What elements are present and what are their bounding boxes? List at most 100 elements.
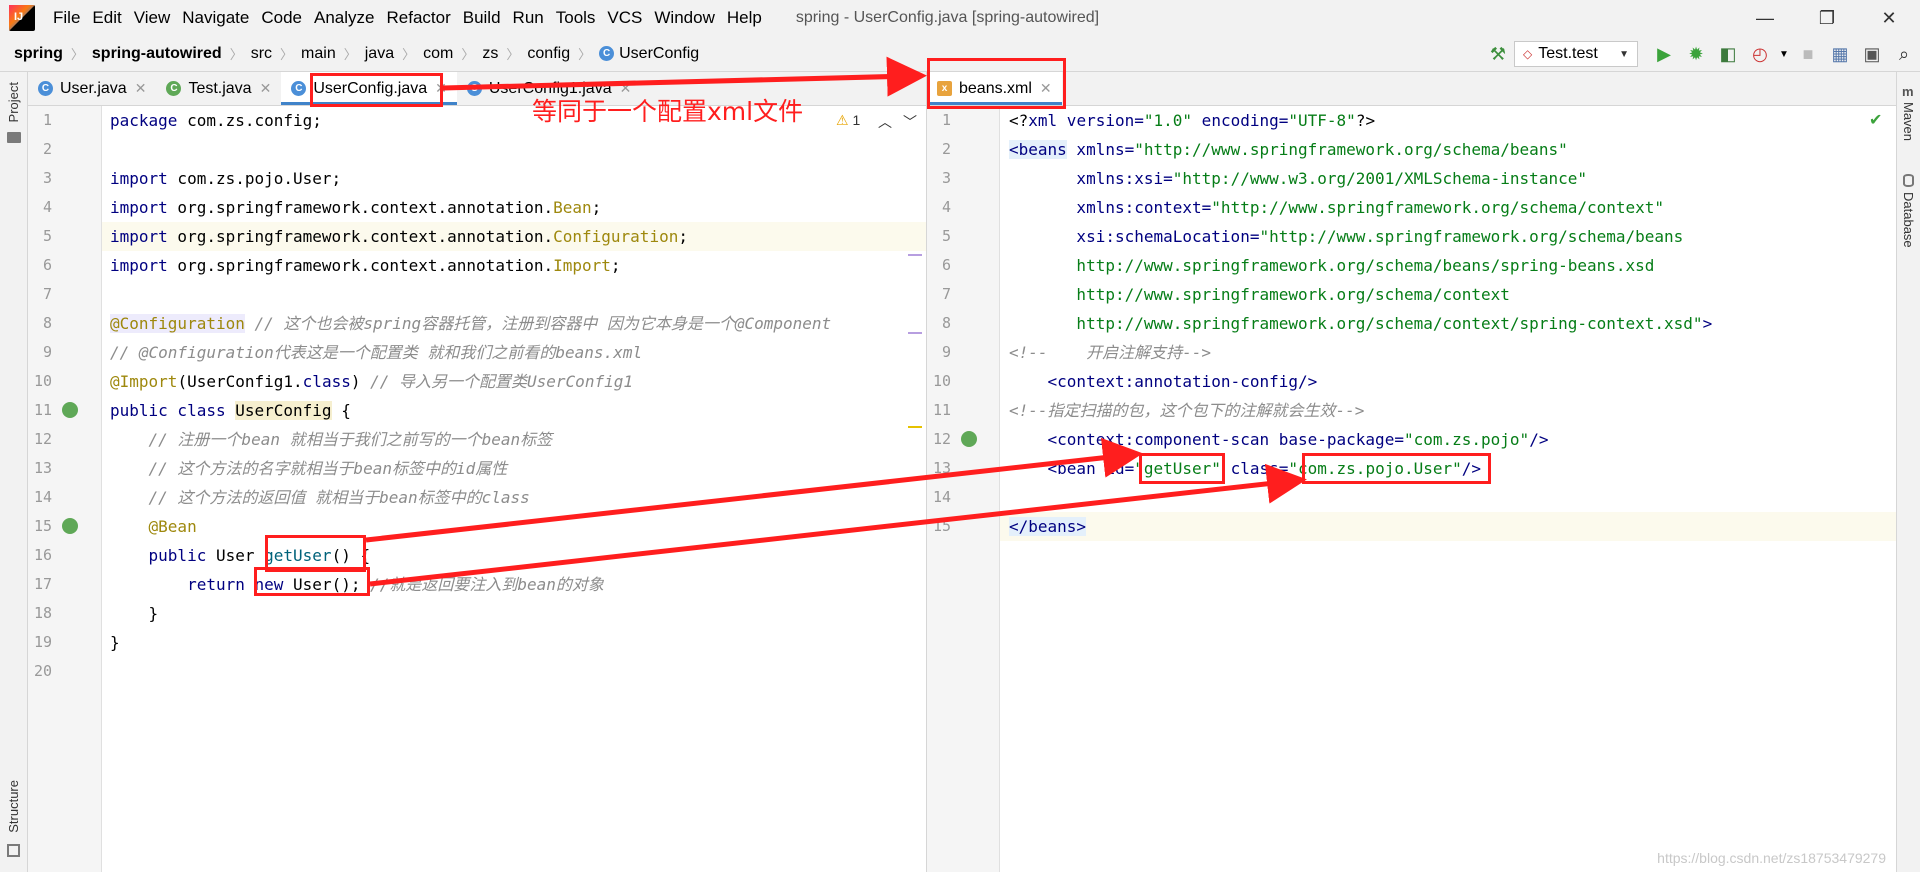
menu-tools[interactable]: Tools (550, 8, 602, 28)
database-tool-button[interactable]: Database (1901, 192, 1916, 248)
tab-user-java[interactable]: C User.java ✕ (28, 72, 156, 105)
run-icon[interactable]: ▶ (1648, 38, 1680, 70)
line-number: 3 (42, 169, 52, 187)
restore-icon[interactable]: ❐ (1796, 0, 1858, 36)
scroll-marker (908, 426, 922, 428)
line-number: 12 (932, 430, 951, 448)
menu-view[interactable]: View (128, 8, 177, 28)
keyword: import (110, 256, 168, 275)
bean-gutter-icon[interactable] (961, 431, 977, 447)
breadcrumb-item[interactable]: spring (14, 45, 63, 63)
warning-icon: ⚠ (836, 112, 849, 128)
menu-vcs[interactable]: VCS (601, 8, 648, 28)
more-run-chevron-icon[interactable]: ▼ (1776, 38, 1792, 70)
bean-gutter-icon[interactable] (62, 518, 78, 534)
next-highlight-icon[interactable]: ﹀ (903, 112, 917, 132)
tab-label: Test.java (188, 79, 252, 97)
project-tool-button[interactable]: Project (6, 82, 21, 122)
class-icon: C (38, 81, 53, 96)
line-number: 7 (941, 285, 951, 303)
line-number: 7 (42, 285, 52, 303)
breadcrumb-item[interactable]: UserConfig (619, 45, 699, 63)
breadcrumb-separator-icon: 〉 (461, 47, 475, 62)
breadcrumb-item[interactable]: main (301, 45, 336, 63)
line-number: 20 (33, 662, 52, 680)
menu-help[interactable]: Help (721, 8, 768, 28)
line-number: 13 (932, 459, 951, 477)
menu-run[interactable]: Run (507, 8, 550, 28)
close-icon[interactable]: ✕ (1858, 0, 1920, 36)
menu-file[interactable]: File (47, 8, 86, 28)
menu-code[interactable]: Code (255, 8, 308, 28)
code-text: { (331, 401, 351, 420)
layout-icon[interactable]: ▣ (1856, 38, 1888, 70)
left-tool-strip: Project Structure (0, 72, 28, 872)
xml-value: "http://www.w3.org/2001/XMLSchema-instan… (1172, 169, 1587, 188)
menu-analyze[interactable]: Analyze (308, 8, 380, 28)
structure-tool-button[interactable]: Structure (6, 780, 21, 833)
breadcrumb-item[interactable]: zs (482, 45, 498, 63)
menu-window[interactable]: Window (648, 8, 720, 28)
xml-attr: encoding= (1192, 111, 1289, 130)
xml-attr: version= (1057, 111, 1144, 130)
code-line: http://www.springframework.org/schema/co… (1009, 280, 1510, 309)
close-tab-icon[interactable]: ✕ (135, 80, 147, 97)
xml-tag: <beans (1009, 140, 1067, 159)
current-line-highlight (1000, 512, 1896, 541)
warning-count: 1 (852, 112, 861, 128)
annotation-box-beans-tab (927, 58, 1066, 109)
menu-navigate[interactable]: Navigate (176, 8, 255, 28)
menu-bar: File Edit View Navigate Code Analyze Ref… (47, 8, 768, 28)
line-number: 9 (42, 343, 52, 361)
xml-text: <? (1009, 111, 1029, 130)
line-number: 1 (941, 111, 951, 129)
project-structure-icon[interactable]: ▦ (1824, 38, 1856, 70)
line-number: 2 (941, 140, 951, 158)
xml-tag: </beans> (1009, 517, 1087, 536)
breadcrumb-item[interactable]: config (527, 45, 570, 63)
run-configuration-select[interactable]: ◇ Test.test ▼ (1514, 41, 1638, 67)
breadcrumb-separator-icon: 〉 (280, 47, 294, 62)
java-editor[interactable]: ⚠ 1 ︿ ﹀ 1 2 3 4 5 6 7 8 9 10 11 12 13 14… (28, 106, 926, 872)
line-number: 5 (941, 227, 951, 245)
breadcrumb-item[interactable]: src (251, 45, 272, 63)
breadcrumb-item[interactable]: java (365, 45, 394, 63)
comment: // 这个方法的返回值 就相当于bean标签中的class (110, 488, 530, 507)
keyword: import (110, 169, 168, 188)
search-icon[interactable]: ⌕ (1888, 38, 1920, 70)
code-line: <context:annotation-config/> (1009, 367, 1318, 396)
menu-edit[interactable]: Edit (86, 8, 127, 28)
toolbar: ⚒ ◇ Test.test ▼ ▶ ✹ ◧ ◴ ▼ ■ ▦ ▣ ⌕ (1482, 36, 1920, 72)
stop-icon[interactable]: ■ (1792, 38, 1824, 70)
xml-tag: > (1702, 314, 1713, 333)
close-tab-icon[interactable]: ✕ (260, 80, 272, 97)
scroll-marker (908, 254, 922, 256)
annotation-text: 等同于一个配置xml文件 (532, 97, 804, 126)
warning-indicator[interactable]: ⚠ 1 (836, 112, 860, 129)
xml-editor[interactable]: ✔ 1 2 3 4 5 6 7 8 9 10 11 12 13 14 15 <?… (927, 106, 1896, 872)
annotation-box-new-user (254, 567, 370, 596)
xml-value: "UTF-8" (1288, 111, 1356, 130)
code-line: http://www.springframework.org/schema/be… (1009, 251, 1654, 280)
menu-build[interactable]: Build (457, 8, 507, 28)
debug-icon[interactable]: ✹ (1680, 38, 1712, 70)
line-number: 6 (941, 256, 951, 274)
line-number: 4 (42, 198, 52, 216)
minimize-icon[interactable]: — (1734, 0, 1796, 36)
code-line: <!--指定扫描的包，这个包下的注解就会生效--> (1009, 396, 1364, 425)
breadcrumb-item[interactable]: spring-autowired (92, 45, 222, 63)
bean-gutter-icon[interactable] (62, 402, 78, 418)
previous-highlight-icon[interactable]: ︿ (878, 112, 892, 132)
code-line: <!-- 开启注解支持--> (1009, 338, 1211, 367)
maven-tool-button[interactable]: Maven (1901, 102, 1916, 141)
menu-refactor[interactable]: Refactor (380, 8, 456, 28)
build-hammer-icon[interactable]: ⚒ (1482, 38, 1514, 70)
coverage-icon[interactable]: ◧ (1712, 38, 1744, 70)
code-line: @Import(UserConfig1.class) // 导入另一个配置类Us… (110, 367, 633, 396)
keyword: package (110, 111, 178, 130)
breadcrumb-item[interactable]: com (423, 45, 453, 63)
line-number: 11 (932, 401, 951, 419)
xml-value: http://www.springframework.org/schema/co… (1009, 285, 1510, 304)
tab-test-java[interactable]: C Test.java ✕ (156, 72, 281, 105)
profile-icon[interactable]: ◴ (1744, 38, 1776, 70)
